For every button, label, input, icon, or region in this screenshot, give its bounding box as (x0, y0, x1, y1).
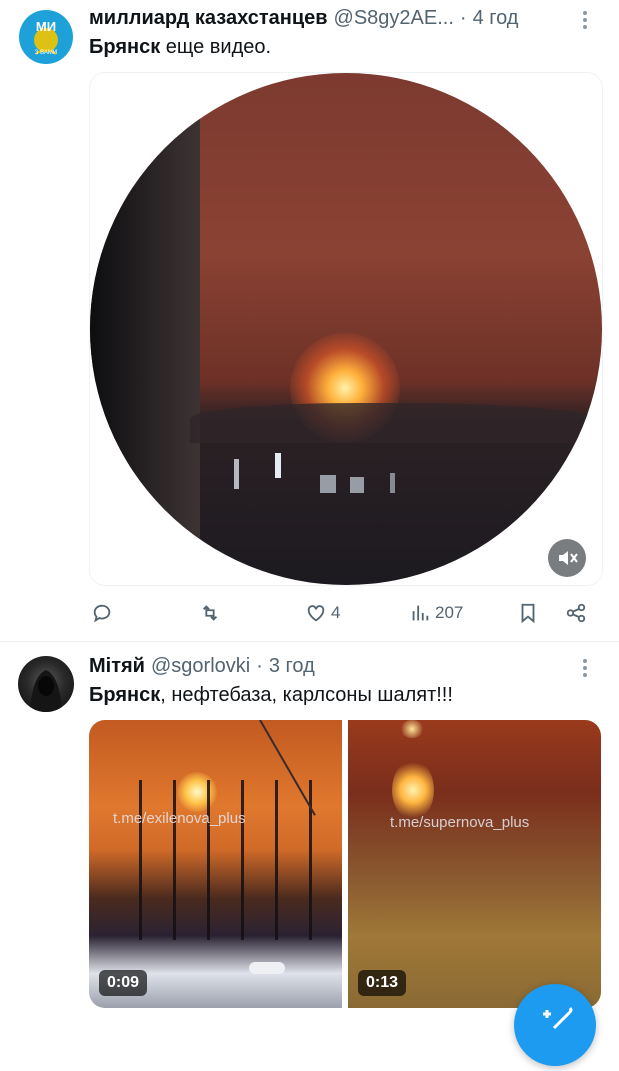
timestamp[interactable]: 3 год (269, 655, 315, 678)
view-count: 207 (435, 603, 464, 622)
avatar[interactable] (18, 656, 74, 712)
heart-icon (307, 605, 325, 622)
display-name[interactable]: Мітяй (89, 655, 145, 678)
fire-glow-small (400, 720, 424, 738)
handle[interactable]: @sgorlovki (151, 655, 250, 678)
round-video[interactable] (90, 73, 602, 585)
tweet-text-bold[interactable]: Брянск (89, 36, 160, 58)
avatar[interactable]: МИ З ВАМИ (19, 10, 73, 64)
more-options-icon[interactable] (575, 656, 595, 680)
retweet-icon (202, 605, 218, 621)
video-duration: 0:13 (358, 970, 407, 996)
tweet-text: Брянск еще видео. (89, 36, 271, 59)
views-icon (412, 605, 429, 621)
treeline (190, 403, 602, 443)
views-button[interactable]: 207 (409, 598, 463, 628)
building-lights (230, 453, 410, 513)
video-thumbnail-1[interactable]: t.me/exilenova_plus 0:09 (89, 720, 342, 1008)
watermark: t.me/supernova_plus (390, 814, 530, 831)
reply-icon (93, 604, 111, 623)
tweet-header: миллиард казахстанцев @S8gy2AE... · 4 го… (89, 4, 518, 32)
tweet-text-rest: , нефтебаза, карлсоны шалят!!! (160, 684, 453, 706)
avatar-label-top: МИ (35, 19, 57, 34)
more-options-icon[interactable] (575, 8, 595, 32)
handle[interactable]: @S8gy2AE... (334, 7, 454, 30)
bookmark-button[interactable] (517, 598, 539, 628)
display-name[interactable]: миллиард казахстанцев (89, 7, 328, 30)
video-thumbnail-2[interactable]: t.me/supernova_plus 0:13 (348, 720, 601, 1008)
tweet-text-rest: еще видео. (160, 36, 272, 58)
tweet-text: Брянск, нефтебаза, карлсоны шалят!!! (89, 684, 453, 707)
watermark: t.me/exilenova_plus (113, 810, 246, 827)
separator: · (459, 6, 467, 29)
avatar-label-bottom: З ВАМИ (34, 50, 58, 56)
video-duration: 0:09 (99, 970, 148, 996)
like-button[interactable]: 4 (305, 598, 340, 628)
tweet-header: Мітяй @sgorlovki · 3 год (89, 652, 315, 680)
tweet-1[interactable]: МИ З ВАМИ миллиард казахстанцев @S8gy2AE… (0, 0, 619, 640)
tweet-2[interactable]: Мітяй @sgorlovki · 3 год Брянск, нефтеба… (0, 642, 619, 1024)
retweet-button[interactable] (199, 598, 221, 628)
hooded-figure-icon (30, 670, 62, 712)
timestamp[interactable]: 4 год (473, 7, 519, 30)
reply-button[interactable] (91, 598, 113, 628)
video-frame[interactable] (89, 72, 603, 586)
tweet-text-bold[interactable]: Брянск (89, 684, 160, 706)
mute-icon (559, 551, 578, 565)
share-icon (566, 603, 586, 623)
window-frame (90, 73, 200, 585)
fire-glow (392, 760, 434, 820)
parked-car (249, 962, 285, 974)
separator: · (256, 654, 263, 677)
compose-button[interactable] (514, 984, 596, 1066)
bookmark-icon (521, 603, 535, 624)
action-bar: 4 207 (89, 598, 599, 628)
compose-plus-icon (543, 1006, 573, 1030)
share-button[interactable] (565, 598, 587, 628)
like-count: 4 (331, 603, 341, 622)
mute-button[interactable] (548, 539, 586, 577)
